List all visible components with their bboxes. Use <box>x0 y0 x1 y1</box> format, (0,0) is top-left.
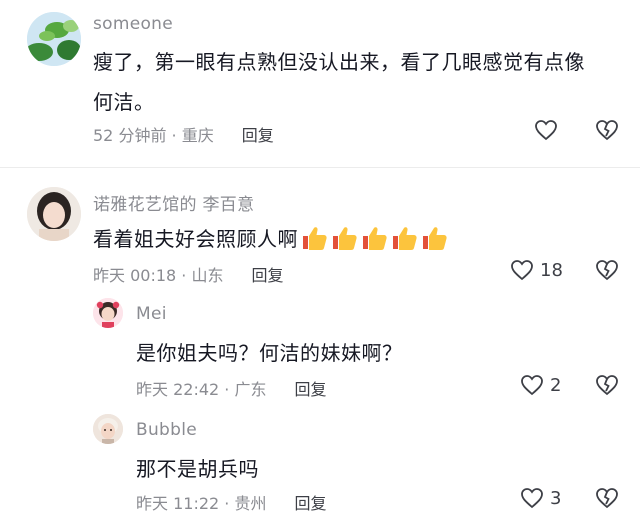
girl-portrait-avatar-icon <box>27 187 81 241</box>
broken-heart-icon <box>596 488 618 509</box>
dislike-button[interactable] <box>595 374 619 396</box>
thumbs-up-icon <box>330 225 360 256</box>
heart-icon <box>521 488 543 509</box>
avatar[interactable] <box>27 12 81 66</box>
avatar[interactable] <box>93 414 123 444</box>
reply-meta: 昨天 11:22 · 贵州 回复 <box>136 490 326 514</box>
heart-icon <box>521 375 543 396</box>
comment-text: 瘦了，第一眼有点熟但没认出来，看了几眼感觉有点像 <box>93 50 585 74</box>
reply-text: 那不是胡兵吗 <box>136 457 259 481</box>
comment-meta: 52 分钟前 · 重庆 回复 <box>93 122 274 146</box>
dislike-button[interactable] <box>595 487 619 509</box>
thumbs-up-icon <box>360 225 390 256</box>
like-button[interactable] <box>534 119 558 141</box>
like-button[interactable]: 18 <box>510 259 563 281</box>
broken-heart-icon <box>596 120 618 141</box>
heart-icon <box>535 120 557 141</box>
like-count: 18 <box>540 259 563 281</box>
broken-heart-icon <box>596 375 618 396</box>
like-count: 3 <box>550 487 562 509</box>
like-button[interactable]: 2 <box>520 374 561 396</box>
thumbs-up-icon <box>390 225 420 256</box>
like-button[interactable]: 3 <box>520 487 561 509</box>
thumbs-up-icon <box>300 225 330 256</box>
reply-author[interactable]: Bubble <box>136 420 197 440</box>
comment-author[interactable]: 诺雅花艺馆的 李百意 <box>93 190 254 215</box>
comment-time-location: 昨天 00:18 · 山东 <box>93 266 224 285</box>
reply-button[interactable]: 回复 <box>251 266 283 285</box>
dislike-button[interactable] <box>595 119 619 141</box>
comment-text-line: 看着姐夫好会照顾人啊 <box>93 223 450 256</box>
heart-icon <box>511 260 533 281</box>
comment-text: 看着姐夫好会照顾人啊 <box>93 227 298 251</box>
reply-time-location: 昨天 11:22 · 贵州 <box>136 494 267 513</box>
avatar[interactable] <box>27 187 81 241</box>
comment-meta: 昨天 00:18 · 山东 回复 <box>93 262 283 286</box>
reply-button[interactable]: 回复 <box>294 494 326 513</box>
reply-meta: 昨天 22:42 · 广东 回复 <box>136 376 326 400</box>
comment-text-continued: 何洁。 <box>93 90 155 114</box>
thumbs-up-icon <box>420 225 450 256</box>
reply-button[interactable]: 回复 <box>294 380 326 399</box>
reply-time-location: 昨天 22:42 · 广东 <box>136 380 267 399</box>
baby-avatar-icon <box>93 414 123 444</box>
leaves-avatar-icon <box>27 12 81 66</box>
comment-time-location: 52 分钟前 · 重庆 <box>93 126 214 145</box>
dislike-button[interactable] <box>595 259 619 281</box>
reply-author[interactable]: Mei <box>136 304 167 324</box>
avatar[interactable] <box>93 298 123 328</box>
like-count: 2 <box>550 374 562 396</box>
reply-button[interactable]: 回复 <box>242 126 274 145</box>
child-avatar-icon <box>93 298 123 328</box>
broken-heart-icon <box>596 260 618 281</box>
comment-author[interactable]: someone <box>93 14 173 34</box>
emoji-group <box>300 225 450 256</box>
reply-text: 是你姐夫吗？何洁的妹妹啊？ <box>136 341 403 365</box>
divider <box>0 167 640 168</box>
